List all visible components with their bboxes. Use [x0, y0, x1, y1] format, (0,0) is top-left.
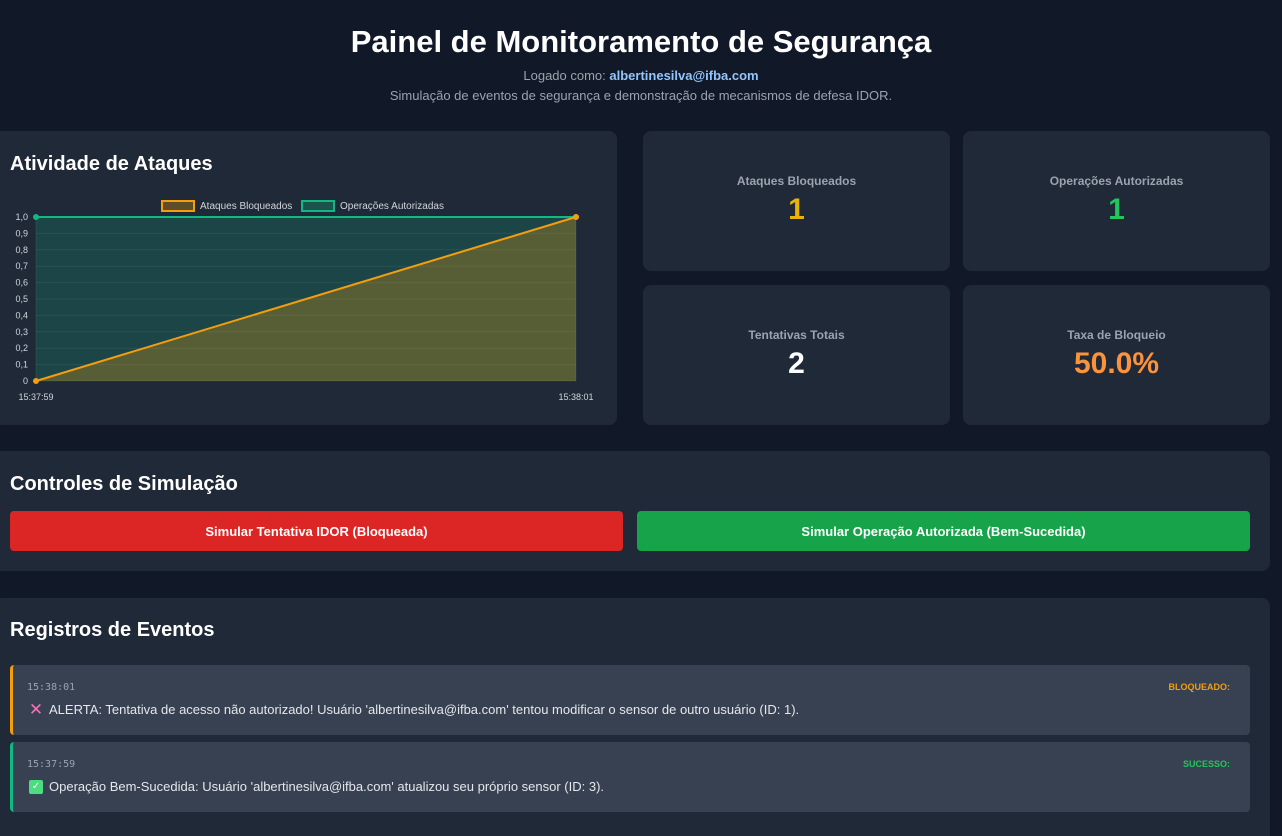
chart-title: Atividade de Ataques: [10, 153, 213, 175]
log-message: ALERTA: Tentativa de acesso não autoriza…: [49, 702, 800, 717]
simulate-authorized-button[interactable]: Simular Operação Autorizada (Bem-Sucedid…: [637, 511, 1250, 551]
stat-card-block-rate: Taxa de Bloqueio 50.0%: [963, 285, 1270, 425]
check-icon: ✓: [29, 779, 43, 794]
stat-card-blocked: Ataques Bloqueados 1: [643, 131, 950, 271]
log-timestamp: 15:37:59: [27, 759, 76, 770]
y-tick-label: 0: [23, 376, 28, 386]
log-message-row: ✓ Operação Bem-Sucedida: Usuário 'albert…: [29, 779, 604, 794]
page-header: Painel de Monitoramento de Segurança Log…: [0, 0, 1282, 104]
legend-swatch: [301, 200, 335, 212]
stat-label: Tentativas Totais: [748, 328, 845, 342]
log-entry: 15:37:59 SUCESSO: ✓ Operação Bem-Sucedid…: [10, 742, 1250, 812]
y-tick-label: 0,2: [15, 343, 28, 353]
log-timestamp: 15:38:01: [27, 682, 76, 693]
log-entry: 15:38:01 BLOQUEADO: ✕ ALERTA: Tentativa …: [10, 665, 1250, 735]
y-tick-label: 0,4: [15, 310, 28, 320]
simulate-idor-button[interactable]: Simular Tentativa IDOR (Bloqueada): [10, 511, 623, 551]
x-icon: ✕: [28, 699, 44, 719]
event-logs-card: Registros de Eventos 15:38:01 BLOQUEADO:…: [0, 598, 1270, 836]
stat-card-authorized: Operações Autorizadas 1: [963, 131, 1270, 271]
stat-label: Taxa de Bloqueio: [1067, 328, 1166, 342]
stat-value: 2: [788, 347, 805, 380]
stat-card-total: Tentativas Totais 2: [643, 285, 950, 425]
y-tick-label: 0,3: [15, 327, 28, 337]
stat-value: 50.0%: [1073, 347, 1160, 380]
legend-swatch: [161, 200, 195, 212]
logged-in-info: Logado como: albertinesilva@ifba.com: [0, 68, 1282, 84]
y-tick-label: 0,7: [15, 261, 28, 271]
y-tick-label: 0,8: [15, 245, 28, 255]
data-point: [33, 378, 39, 384]
logged-prefix: Logado como:: [523, 68, 610, 83]
simulation-controls-card: Controles de Simulação Simular Tentativa…: [0, 451, 1270, 571]
logs-title: Registros de Eventos: [10, 619, 215, 641]
y-tick-label: 1,0: [15, 212, 28, 222]
y-tick-label: 0,1: [15, 360, 28, 370]
x-tick-label: 15:37:59: [18, 392, 53, 402]
stat-value: 1: [788, 193, 805, 226]
log-message-row: ✕ ALERTA: Tentativa de acesso não autori…: [28, 699, 800, 719]
legend-label: Operações Autorizadas: [340, 201, 444, 212]
data-point: [573, 214, 579, 220]
log-message: Operação Bem-Sucedida: Usuário 'albertin…: [49, 779, 605, 794]
page-title: Painel de Monitoramento de Segurança: [350, 24, 932, 59]
page-subtitle: Simulação de eventos de segurança e demo…: [389, 88, 893, 103]
stat-value: 1: [1108, 193, 1125, 226]
data-point: [33, 214, 39, 220]
y-tick-label: 0,5: [15, 294, 28, 304]
y-tick-label: 0,9: [15, 228, 28, 238]
y-tick-label: 0,6: [15, 278, 28, 288]
log-status-badge: SUCESSO:: [1182, 759, 1230, 769]
legend-label: Ataques Bloqueados: [200, 201, 292, 212]
stat-label: Operações Autorizadas: [1049, 174, 1184, 188]
user-email: albertinesilva@ifba.com: [609, 68, 759, 83]
x-tick-label: 15:38:01: [558, 392, 593, 402]
attack-activity-card: Atividade de Ataques 0 0,1 0,2 0,3 0,4 0,5 0,6…: [0, 131, 617, 425]
controls-title: Controles de Simulação: [10, 473, 238, 495]
attack-activity-chart: 0 0,1 0,2 0,3 0,4 0,5 0,6 0,7 0,8 0,9 1,0 15:37:59 1…: [15, 200, 594, 402]
stat-label: Ataques Bloqueados: [736, 174, 857, 188]
log-status-badge: BLOQUEADO:: [1168, 682, 1231, 692]
